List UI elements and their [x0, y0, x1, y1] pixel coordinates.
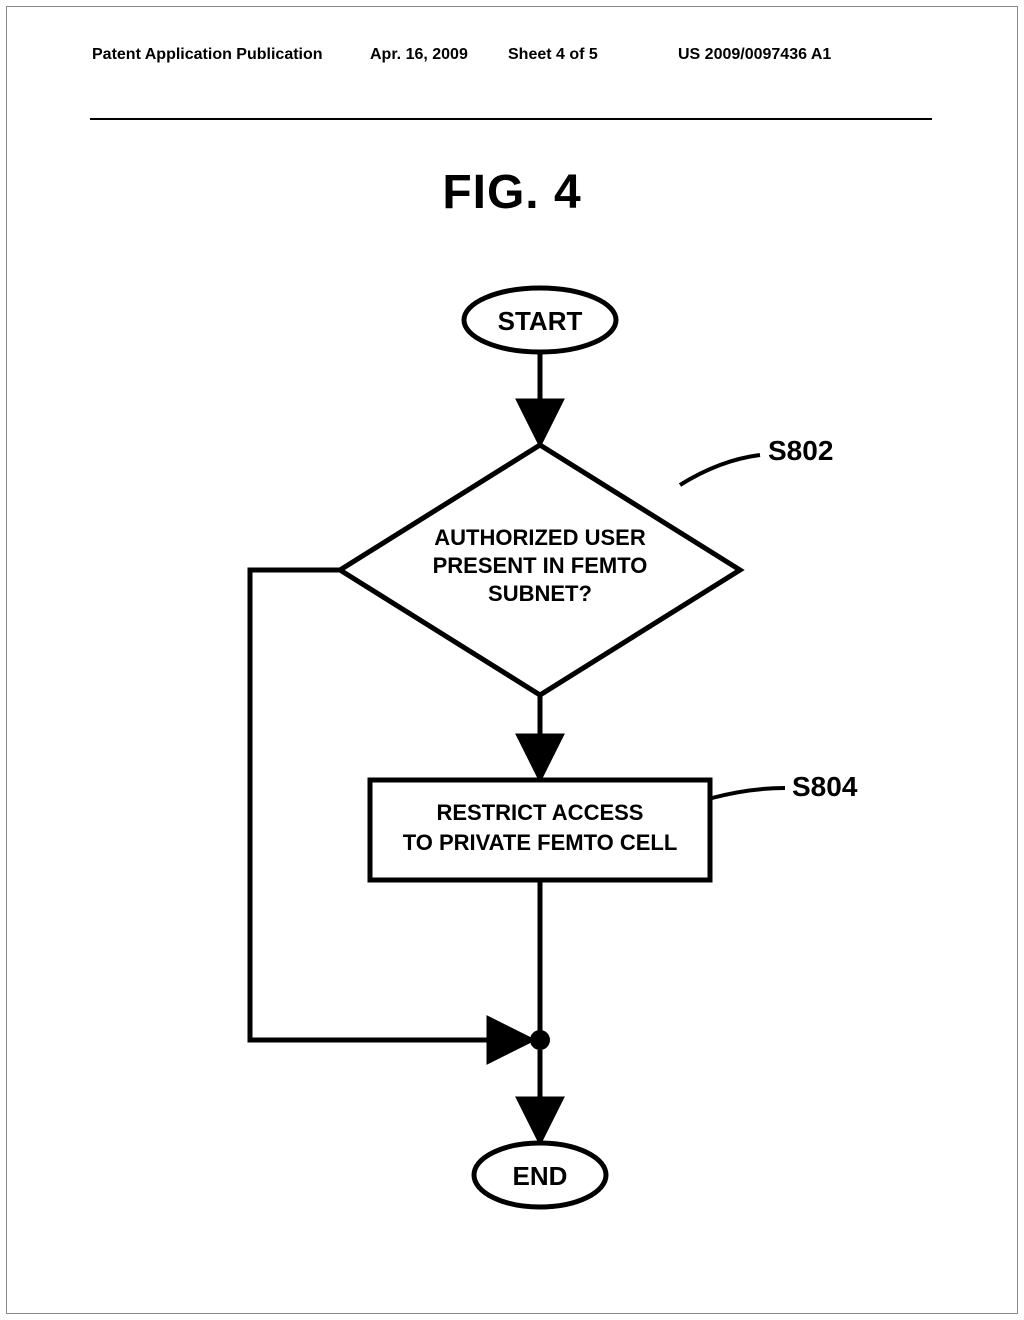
decision-ref: S802: [768, 435, 833, 466]
flowchart: START AUTHORIZED USER PRESENT IN FEMTO S…: [120, 280, 904, 1260]
process-line2: TO PRIVATE FEMTO CELL: [403, 830, 678, 855]
leader-s804: [712, 788, 785, 798]
publication-date: Apr. 16, 2009: [370, 46, 468, 64]
header-rule: [90, 118, 932, 120]
merge-junction: [530, 1030, 550, 1050]
process-node: RESTRICT ACCESS TO PRIVATE FEMTO CELL: [370, 780, 710, 880]
start-node: START: [464, 288, 616, 352]
decision-line2: PRESENT IN FEMTO: [433, 553, 648, 578]
decision-line3: SUBNET?: [488, 581, 592, 606]
publication-number: US 2009/0097436 A1: [678, 46, 831, 64]
leader-s802: [680, 455, 760, 485]
publication-label: Patent Application Publication: [92, 46, 323, 64]
start-label: START: [498, 306, 583, 336]
decision-node: AUTHORIZED USER PRESENT IN FEMTO SUBNET?: [340, 445, 740, 695]
process-line1: RESTRICT ACCESS: [437, 800, 644, 825]
figure-title: FIG. 4: [0, 165, 1024, 220]
end-node: END: [474, 1143, 606, 1207]
end-label: END: [513, 1161, 568, 1191]
process-ref: S804: [792, 771, 858, 802]
decision-line1: AUTHORIZED USER: [434, 525, 646, 550]
sheet-number: Sheet 4 of 5: [508, 46, 598, 64]
